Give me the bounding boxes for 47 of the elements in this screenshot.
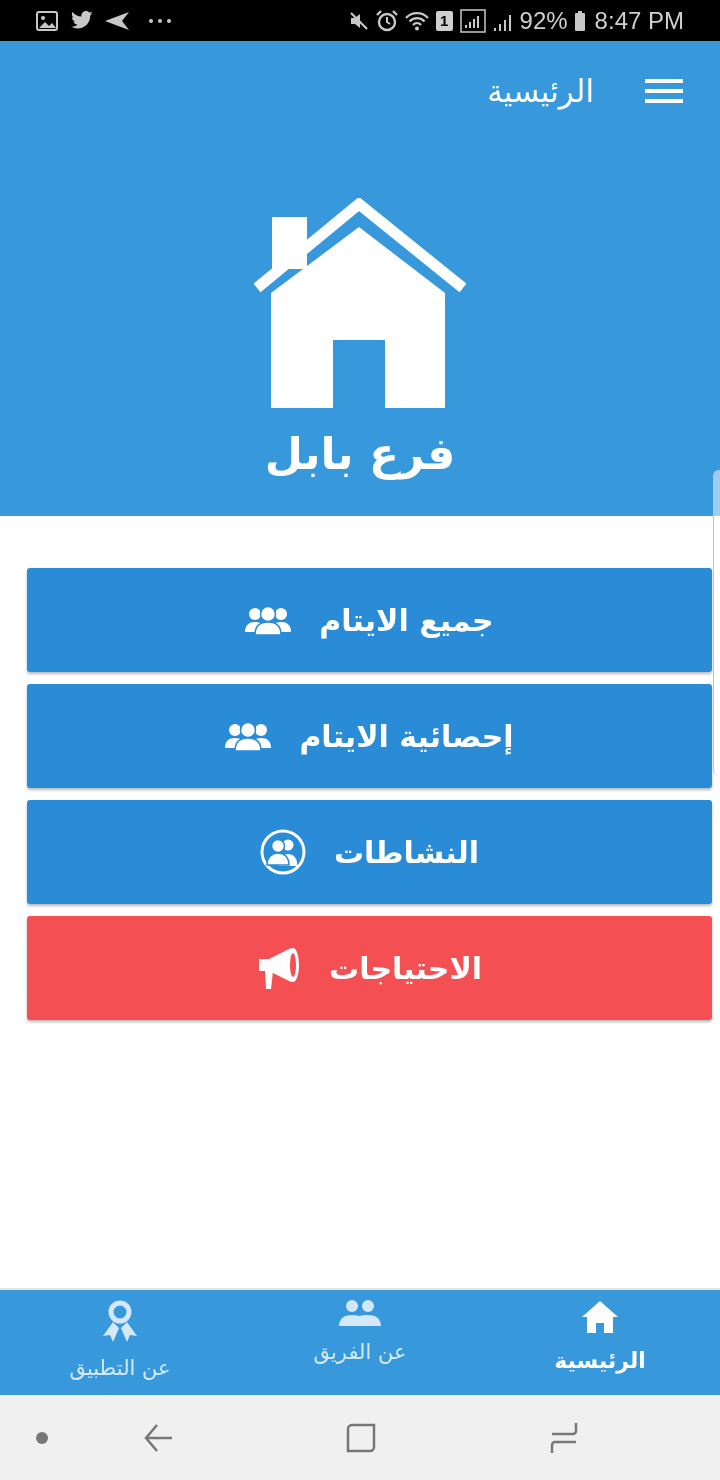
back-button[interactable] bbox=[144, 1422, 172, 1453]
bird-icon bbox=[70, 11, 93, 30]
house-logo-icon bbox=[254, 198, 466, 410]
tab-label: عن التطبيق bbox=[69, 1356, 171, 1382]
battery-percentage: 92% bbox=[519, 8, 568, 33]
menu-option-button[interactable]: إحصائية الايتام bbox=[27, 684, 712, 788]
people-group-icon bbox=[245, 605, 292, 635]
dot-icon bbox=[36, 1431, 48, 1444]
tab-label: الرئيسية bbox=[554, 1348, 646, 1375]
people-group-icon bbox=[225, 721, 272, 751]
megaphone-icon bbox=[257, 946, 301, 990]
people-circle-icon bbox=[259, 829, 306, 875]
people-icon bbox=[339, 1300, 381, 1326]
recent-apps-icon bbox=[550, 1421, 578, 1454]
sim-indicator: 1 bbox=[435, 10, 453, 31]
home-button[interactable] bbox=[346, 1422, 376, 1453]
image-icon bbox=[36, 10, 58, 31]
menu-icon bbox=[645, 79, 683, 103]
home-icon bbox=[581, 1300, 619, 1334]
button-label: جميع الايتام bbox=[319, 602, 494, 638]
menu-option-button[interactable]: الاحتياجات bbox=[27, 916, 712, 1020]
signal-icon bbox=[459, 8, 486, 33]
award-ribbon-icon bbox=[102, 1300, 138, 1342]
button-label: إحصائية الايتام bbox=[299, 718, 514, 754]
more-dots-icon bbox=[149, 18, 171, 23]
menu-button[interactable] bbox=[644, 77, 684, 105]
clock-time: 8:47 PM bbox=[594, 8, 684, 33]
recent-apps-button[interactable] bbox=[550, 1421, 578, 1454]
logo-caption: فرع بابل bbox=[264, 427, 456, 482]
edge-panel-handle[interactable] bbox=[713, 470, 720, 776]
square-icon bbox=[346, 1422, 376, 1453]
page-title: الرئيسية bbox=[487, 71, 594, 112]
button-label: الاحتياجات bbox=[329, 950, 483, 986]
bottom-nav-tab[interactable]: الرئيسية bbox=[480, 1290, 720, 1395]
paper-plane-icon bbox=[105, 11, 129, 30]
wifi-icon bbox=[404, 10, 429, 31]
mute-icon bbox=[348, 10, 369, 31]
dot-button[interactable] bbox=[36, 1431, 48, 1444]
bottom-nav-tab[interactable]: عن الفريق bbox=[240, 1290, 480, 1395]
bottom-nav-tab[interactable]: عن التطبيق bbox=[0, 1290, 240, 1395]
tab-label: عن الفريق bbox=[313, 1340, 407, 1366]
menu-option-button[interactable]: جميع الايتام bbox=[27, 568, 712, 672]
back-icon bbox=[144, 1422, 172, 1453]
battery-icon bbox=[574, 10, 585, 31]
alarm-clock-icon bbox=[375, 9, 398, 32]
menu-option-button[interactable]: النشاطات bbox=[27, 800, 712, 904]
button-label: النشاطات bbox=[333, 834, 480, 870]
